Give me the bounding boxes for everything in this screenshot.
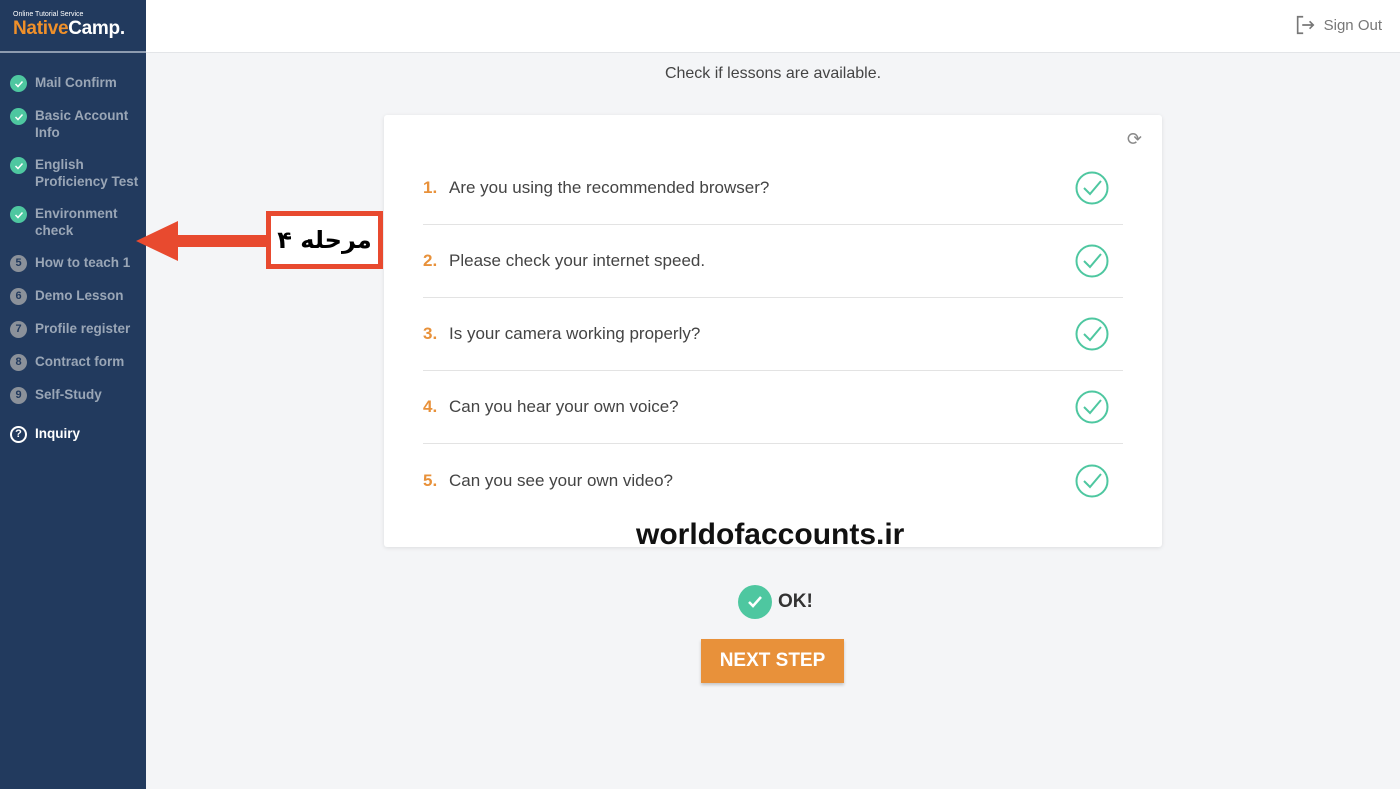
- check-circle-icon: [1075, 171, 1109, 205]
- sidebar-item-mail-confirm[interactable]: Mail Confirm: [0, 75, 146, 92]
- sidebar-item-contract-form[interactable]: 8 Contract form: [0, 354, 146, 371]
- check-item: 4. Can you hear your own voice?: [423, 371, 1123, 444]
- refresh-icon[interactable]: ⟳: [1127, 129, 1142, 150]
- annotation-arrow-icon: [136, 221, 270, 261]
- sidebar-item-label: Contract form: [35, 354, 125, 369]
- top-bar: Sign Out: [146, 0, 1400, 53]
- sidebar: Online Tutorial Service NativeCamp. Mail…: [0, 0, 146, 789]
- step-nav: Mail Confirm Basic Account Info English Pr…: [0, 53, 146, 443]
- check-item: 2. Please check your internet speed.: [423, 225, 1123, 298]
- sign-out-icon: [1296, 15, 1315, 35]
- step-number-badge: 7: [10, 321, 27, 338]
- logo[interactable]: Online Tutorial Service NativeCamp.: [0, 0, 146, 53]
- sidebar-item-demo-lesson[interactable]: 6 Demo Lesson: [0, 288, 146, 305]
- check-item: 1. Are you using the recommended browser?: [423, 152, 1123, 225]
- check-circle-icon: [10, 157, 27, 174]
- sidebar-item-english-proficiency-test[interactable]: English Proficiency Test: [0, 157, 146, 190]
- question-icon: ?: [10, 426, 27, 443]
- step-number-badge: 6: [10, 288, 27, 305]
- watermark: worldofaccounts.ir: [636, 518, 905, 551]
- sidebar-item-label: Self-Study: [35, 387, 102, 402]
- sidebar-item-environment-check[interactable]: Environment check: [0, 206, 146, 239]
- step-number-badge: 8: [10, 354, 27, 371]
- check-circle-icon: [1075, 244, 1109, 278]
- check-item: 5. Can you see your own video?: [423, 444, 1123, 517]
- sidebar-item-label: Profile register: [35, 321, 131, 336]
- sidebar-item-label: Mail Confirm: [35, 75, 117, 90]
- sidebar-item-label: English Proficiency Test: [35, 157, 139, 189]
- sidebar-item-label: How to teach 1: [35, 255, 131, 270]
- sign-out-button[interactable]: Sign Out: [1294, 14, 1382, 36]
- check-circle-icon: [1075, 390, 1109, 424]
- check-circle-icon: [1075, 317, 1109, 351]
- check-circle-icon: [10, 75, 27, 92]
- next-step-button[interactable]: NEXT STEP: [701, 639, 844, 683]
- ok-status: OK!: [738, 585, 813, 619]
- check-circle-icon: [1075, 464, 1109, 497]
- sidebar-item-label: Basic Account Info: [35, 108, 129, 140]
- step-number-badge: 5: [10, 255, 27, 272]
- sidebar-item-label: Demo Lesson: [35, 288, 124, 303]
- sidebar-item-label: Environment check: [35, 206, 118, 238]
- sidebar-item-inquiry[interactable]: ? Inquiry: [0, 426, 146, 443]
- annotation-label: مرحله ۴: [266, 211, 383, 269]
- page-heading: Check if lessons are available.: [664, 65, 882, 82]
- sidebar-item-basic-account-info[interactable]: Basic Account Info: [0, 108, 146, 141]
- ok-check-icon: [738, 585, 772, 619]
- sidebar-item-how-to-teach-1[interactable]: 5 How to teach 1: [0, 255, 146, 272]
- check-circle-icon: [10, 206, 27, 223]
- sidebar-item-profile-register[interactable]: 7 Profile register: [0, 321, 146, 338]
- environment-check-card: ⟳ 1. Are you using the recommended browse…: [384, 115, 1162, 547]
- check-item: 3. Is your camera working properly?: [423, 298, 1123, 371]
- check-circle-icon: [10, 108, 27, 125]
- step-number-badge: 9: [10, 387, 27, 404]
- sidebar-item-self-study[interactable]: 9 Self-Study: [0, 387, 146, 404]
